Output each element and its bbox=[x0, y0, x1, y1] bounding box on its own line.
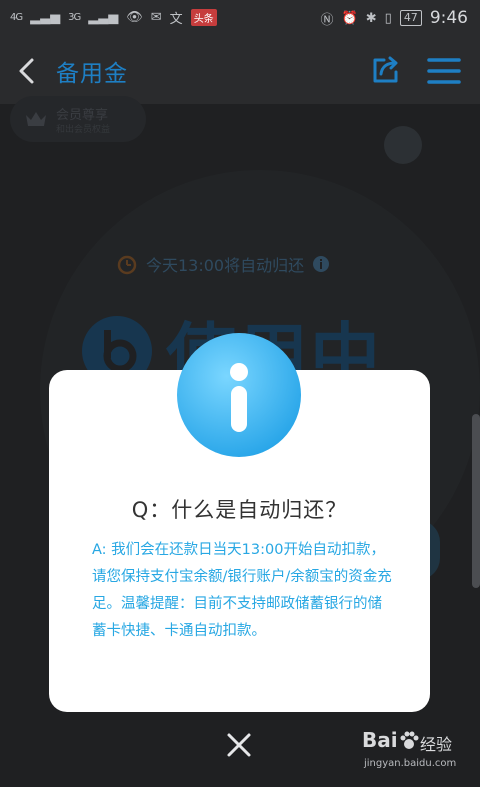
signal-bars-icon: ▂▃▅ bbox=[30, 10, 61, 25]
battery-indicator: 47 bbox=[399, 10, 422, 26]
clock: 9:46 bbox=[429, 8, 468, 28]
dialog-answer: A: 我们会在还款日当天13:00开始自动扣款，请您保持支付宝余额/银行账户/余… bbox=[92, 542, 392, 639]
app-header: 备用金 bbox=[0, 38, 480, 104]
bluetooth-icon: ✱ bbox=[365, 10, 377, 26]
nfc-icon: Ⓝ bbox=[320, 12, 334, 28]
status-right: Ⓝ ⏰ ✱ ▯ 47 9:46 bbox=[321, 8, 468, 28]
watermark: Bai 经验 jingyan.baidu.com bbox=[362, 726, 474, 778]
translate-icon: 文 bbox=[169, 12, 183, 27]
paw-icon bbox=[400, 731, 419, 749]
status-left: 4G ▂▃▅ 3G ▂▃▅ 👁 ✉ 文 头条 bbox=[10, 8, 217, 27]
screen: 4G ▂▃▅ 3G ▂▃▅ 👁 ✉ 文 头条 Ⓝ ⏰ ✱ ▯ 47 9:46 备… bbox=[0, 0, 480, 787]
member-badge: 会员尊享 和出会员权益 bbox=[10, 96, 146, 142]
repay-notice: 今天13:00将自动归还 bbox=[116, 252, 330, 276]
signal-3g: 3G bbox=[68, 12, 81, 23]
menu-icon[interactable] bbox=[426, 56, 462, 86]
member-subtitle: 和出会员权益 bbox=[56, 125, 111, 135]
back-icon[interactable] bbox=[14, 56, 42, 86]
status-bar: 4G ▂▃▅ 3G ▂▃▅ 👁 ✉ 文 头条 Ⓝ ⏰ ✱ ▯ 47 9:46 bbox=[0, 0, 480, 38]
clock-icon bbox=[117, 255, 137, 275]
close-icon[interactable] bbox=[224, 730, 254, 760]
watermark-brand: Bai bbox=[362, 728, 398, 752]
watermark-url: jingyan.baidu.com bbox=[364, 758, 457, 769]
repay-notice-text: 今天13:00将自动归还 bbox=[146, 256, 305, 275]
wechat-icon: ✉ bbox=[150, 10, 162, 25]
signal-4g: 4G bbox=[10, 12, 23, 23]
scrollbar[interactable] bbox=[472, 414, 480, 588]
watermark-text: 经验 bbox=[420, 735, 453, 754]
news-badge: 头条 bbox=[190, 9, 217, 26]
dialog-question: Q：什么是自动归还？ bbox=[131, 498, 348, 522]
share-icon[interactable] bbox=[370, 54, 402, 86]
eye-icon: 👁 bbox=[126, 10, 143, 25]
info-small-icon[interactable] bbox=[312, 255, 330, 273]
alarm-icon: ⏰ bbox=[341, 10, 358, 26]
floating-dot bbox=[384, 126, 422, 164]
member-title: 会员尊享 bbox=[56, 108, 109, 123]
signal-bars-icon: ▂▃▅ bbox=[88, 10, 119, 25]
info-icon bbox=[177, 333, 301, 457]
page-title: 备用金 bbox=[56, 61, 128, 87]
vibrate-icon: ▯ bbox=[384, 10, 392, 26]
crown-icon bbox=[26, 112, 46, 126]
